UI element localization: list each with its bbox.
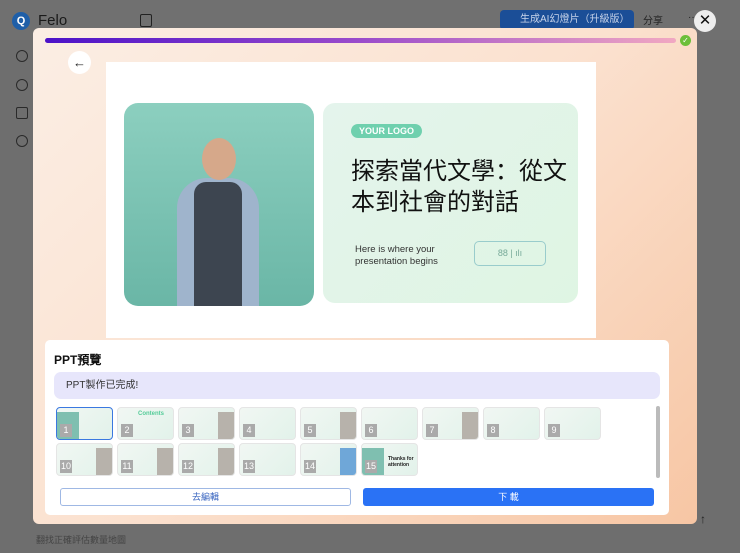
speaker-photo: [124, 103, 314, 306]
thumbnail-label: Thanks for attention: [388, 456, 414, 468]
felo-logo-icon: Q: [12, 12, 30, 30]
share-button[interactable]: 分享: [643, 12, 663, 27]
thumbnail-image: [157, 448, 173, 475]
thumbnail-image: [340, 412, 356, 439]
slide-thumbnail[interactable]: 15 Thanks for attention: [361, 443, 418, 476]
thumbnail-scrollbar[interactable]: [656, 406, 660, 478]
edit-button[interactable]: 去編輯: [60, 488, 351, 506]
thumbnail-image: [218, 412, 234, 439]
slide-thumbnail[interactable]: 4: [239, 407, 296, 440]
thumbnail-number: 12: [182, 460, 194, 473]
icon-box: 88 | ılı: [474, 241, 546, 266]
progress-bar: [45, 38, 676, 43]
thumbnail-number: 4: [243, 424, 255, 437]
slide-thumbnail[interactable]: 13: [239, 443, 296, 476]
title-card: YOUR LOGO 探索當代文學：從文本到社會的對話 Here is where…: [323, 103, 578, 303]
new-chat-icon[interactable]: [16, 50, 28, 62]
ppt-modal: ✓ ← YOUR LOGO 探索當代文學：從文本到社會的對話 Here is w…: [33, 28, 697, 524]
preview-title: PPT預覽: [54, 353, 102, 367]
slide-thumbnail[interactable]: 10: [56, 443, 113, 476]
thumbnail-number: 15: [365, 460, 377, 473]
thumbnail-image: [462, 412, 478, 439]
close-button[interactable]: ✕: [694, 10, 716, 32]
thumbnail-label: Contents: [138, 411, 164, 417]
edit-icon[interactable]: [16, 79, 28, 91]
thumbnail-image: [218, 448, 234, 475]
slide-thumbnail[interactable]: 14: [300, 443, 357, 476]
download-button[interactable]: 下 載: [363, 488, 654, 506]
app-name: Felo: [38, 12, 68, 29]
thumbnail-number: 11: [121, 460, 133, 473]
slide-thumbnail[interactable]: 1: [56, 407, 113, 440]
history-icon[interactable]: [16, 135, 28, 147]
slide-thumbnail[interactable]: 8: [483, 407, 540, 440]
background-list-item: 翻找正確評估數量地圖: [36, 535, 127, 545]
thumbnail-number: 2: [121, 424, 133, 437]
slide-thumbnail[interactable]: 11: [117, 443, 174, 476]
slide-subtitle: Here is where your presentation begins: [355, 244, 438, 267]
thumbnail-number: 3: [182, 424, 194, 437]
thumbnail-number: 1: [60, 424, 72, 437]
preview-panel: PPT預覽 PPT製作已完成! 1 2 Contents 3 4 5 6 7 8 9 10 11 12 1…: [45, 340, 669, 515]
thumbnail-number: 8: [487, 424, 499, 437]
slide-thumbnail[interactable]: 3: [178, 407, 235, 440]
thumbnail-number: 13: [243, 460, 255, 473]
thumbnail-number: 6: [365, 424, 377, 437]
slide-title: 探索當代文學：從文本到社會的對話: [351, 157, 567, 216]
thumbnail-number: 10: [60, 460, 72, 473]
thumbnail-number: 7: [426, 424, 438, 437]
thumbnail-number: 5: [304, 424, 316, 437]
slide-thumbnail[interactable]: 6: [361, 407, 418, 440]
thumbnail-image: [96, 448, 112, 475]
scroll-top-icon[interactable]: ↑: [700, 512, 706, 526]
sidebar-toggle-icon[interactable]: [140, 14, 152, 27]
slide-thumbnail[interactable]: 12: [178, 443, 235, 476]
slide-thumbnail[interactable]: 7: [422, 407, 479, 440]
logo-pill: YOUR LOGO: [351, 124, 423, 138]
slide-thumbnail[interactable]: 2 Contents: [117, 407, 174, 440]
thumbnail-image: [340, 448, 356, 475]
slide-preview: YOUR LOGO 探索當代文學：從文本到社會的對話 Here is where…: [106, 62, 596, 338]
slide-thumbnail[interactable]: 5: [300, 407, 357, 440]
back-button[interactable]: ←: [68, 51, 91, 74]
thumbnail-number: 9: [548, 424, 560, 437]
status-message: PPT製作已完成!: [54, 372, 660, 399]
thumbnail-number: 14: [304, 460, 316, 473]
generate-slides-button[interactable]: 生成AI幻燈片（升級版）: [500, 10, 634, 30]
slide-thumbnail[interactable]: 9: [544, 407, 601, 440]
apps-icon[interactable]: [16, 107, 28, 119]
check-icon: ✓: [680, 35, 691, 46]
